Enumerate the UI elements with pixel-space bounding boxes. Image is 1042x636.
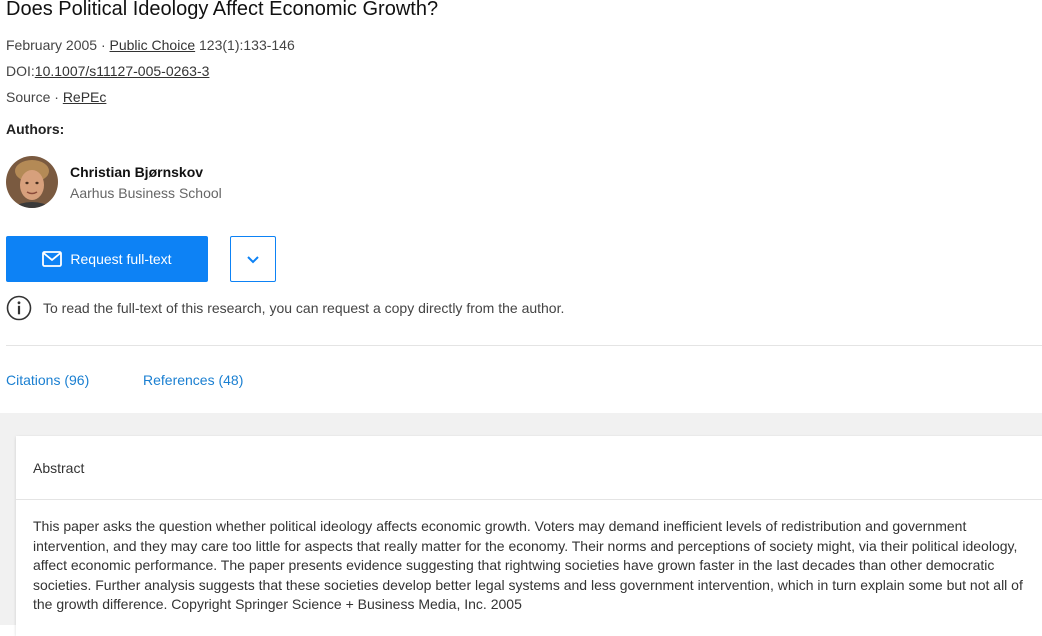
publication-line: February 2005 · Public Choice 123(1):133…	[6, 37, 295, 53]
chevron-down-icon	[246, 255, 260, 264]
full-text-info-message: To read the full-text of this research, …	[43, 300, 565, 316]
source-link[interactable]: RePEc	[63, 89, 107, 105]
separator: ·	[97, 37, 110, 53]
journal-link[interactable]: Public Choice	[110, 37, 196, 53]
source-line: Source · RePEc	[6, 89, 106, 105]
separator: ·	[50, 89, 63, 105]
paper-title: Does Political Ideology Affect Economic …	[6, 0, 439, 20]
source-label: Source	[6, 89, 51, 105]
request-full-text-label: Request full-text	[70, 251, 172, 267]
tab-citations[interactable]: Citations (96)	[6, 372, 89, 388]
abstract-text: This paper asks the question whether pol…	[33, 518, 1023, 612]
author-name[interactable]: Christian Bjørnskov	[70, 164, 203, 180]
info-icon	[6, 295, 32, 321]
doi-label: DOI:	[6, 63, 35, 79]
request-full-text-button[interactable]: Request full-text	[6, 236, 208, 282]
authors-heading: Authors:	[6, 121, 65, 137]
author-affiliation: Aarhus Business School	[70, 185, 222, 201]
doi-line: DOI:10.1007/s11127-005-0263-3	[6, 63, 209, 79]
issue-pages: 123(1):133-146	[195, 37, 295, 53]
publication-date: February 2005	[6, 37, 98, 53]
divider	[6, 345, 1042, 346]
tab-references[interactable]: References (48)	[143, 372, 243, 388]
abstract-divider	[16, 499, 1042, 500]
author-avatar[interactable]	[6, 156, 58, 208]
doi-link[interactable]: 10.1007/s11127-005-0263-3	[35, 63, 210, 79]
mail-icon	[42, 251, 63, 267]
abstract-card: Abstract This paper asks the question wh…	[16, 436, 1042, 636]
more-options-dropdown[interactable]	[230, 236, 276, 282]
abstract-heading: Abstract	[33, 460, 85, 476]
